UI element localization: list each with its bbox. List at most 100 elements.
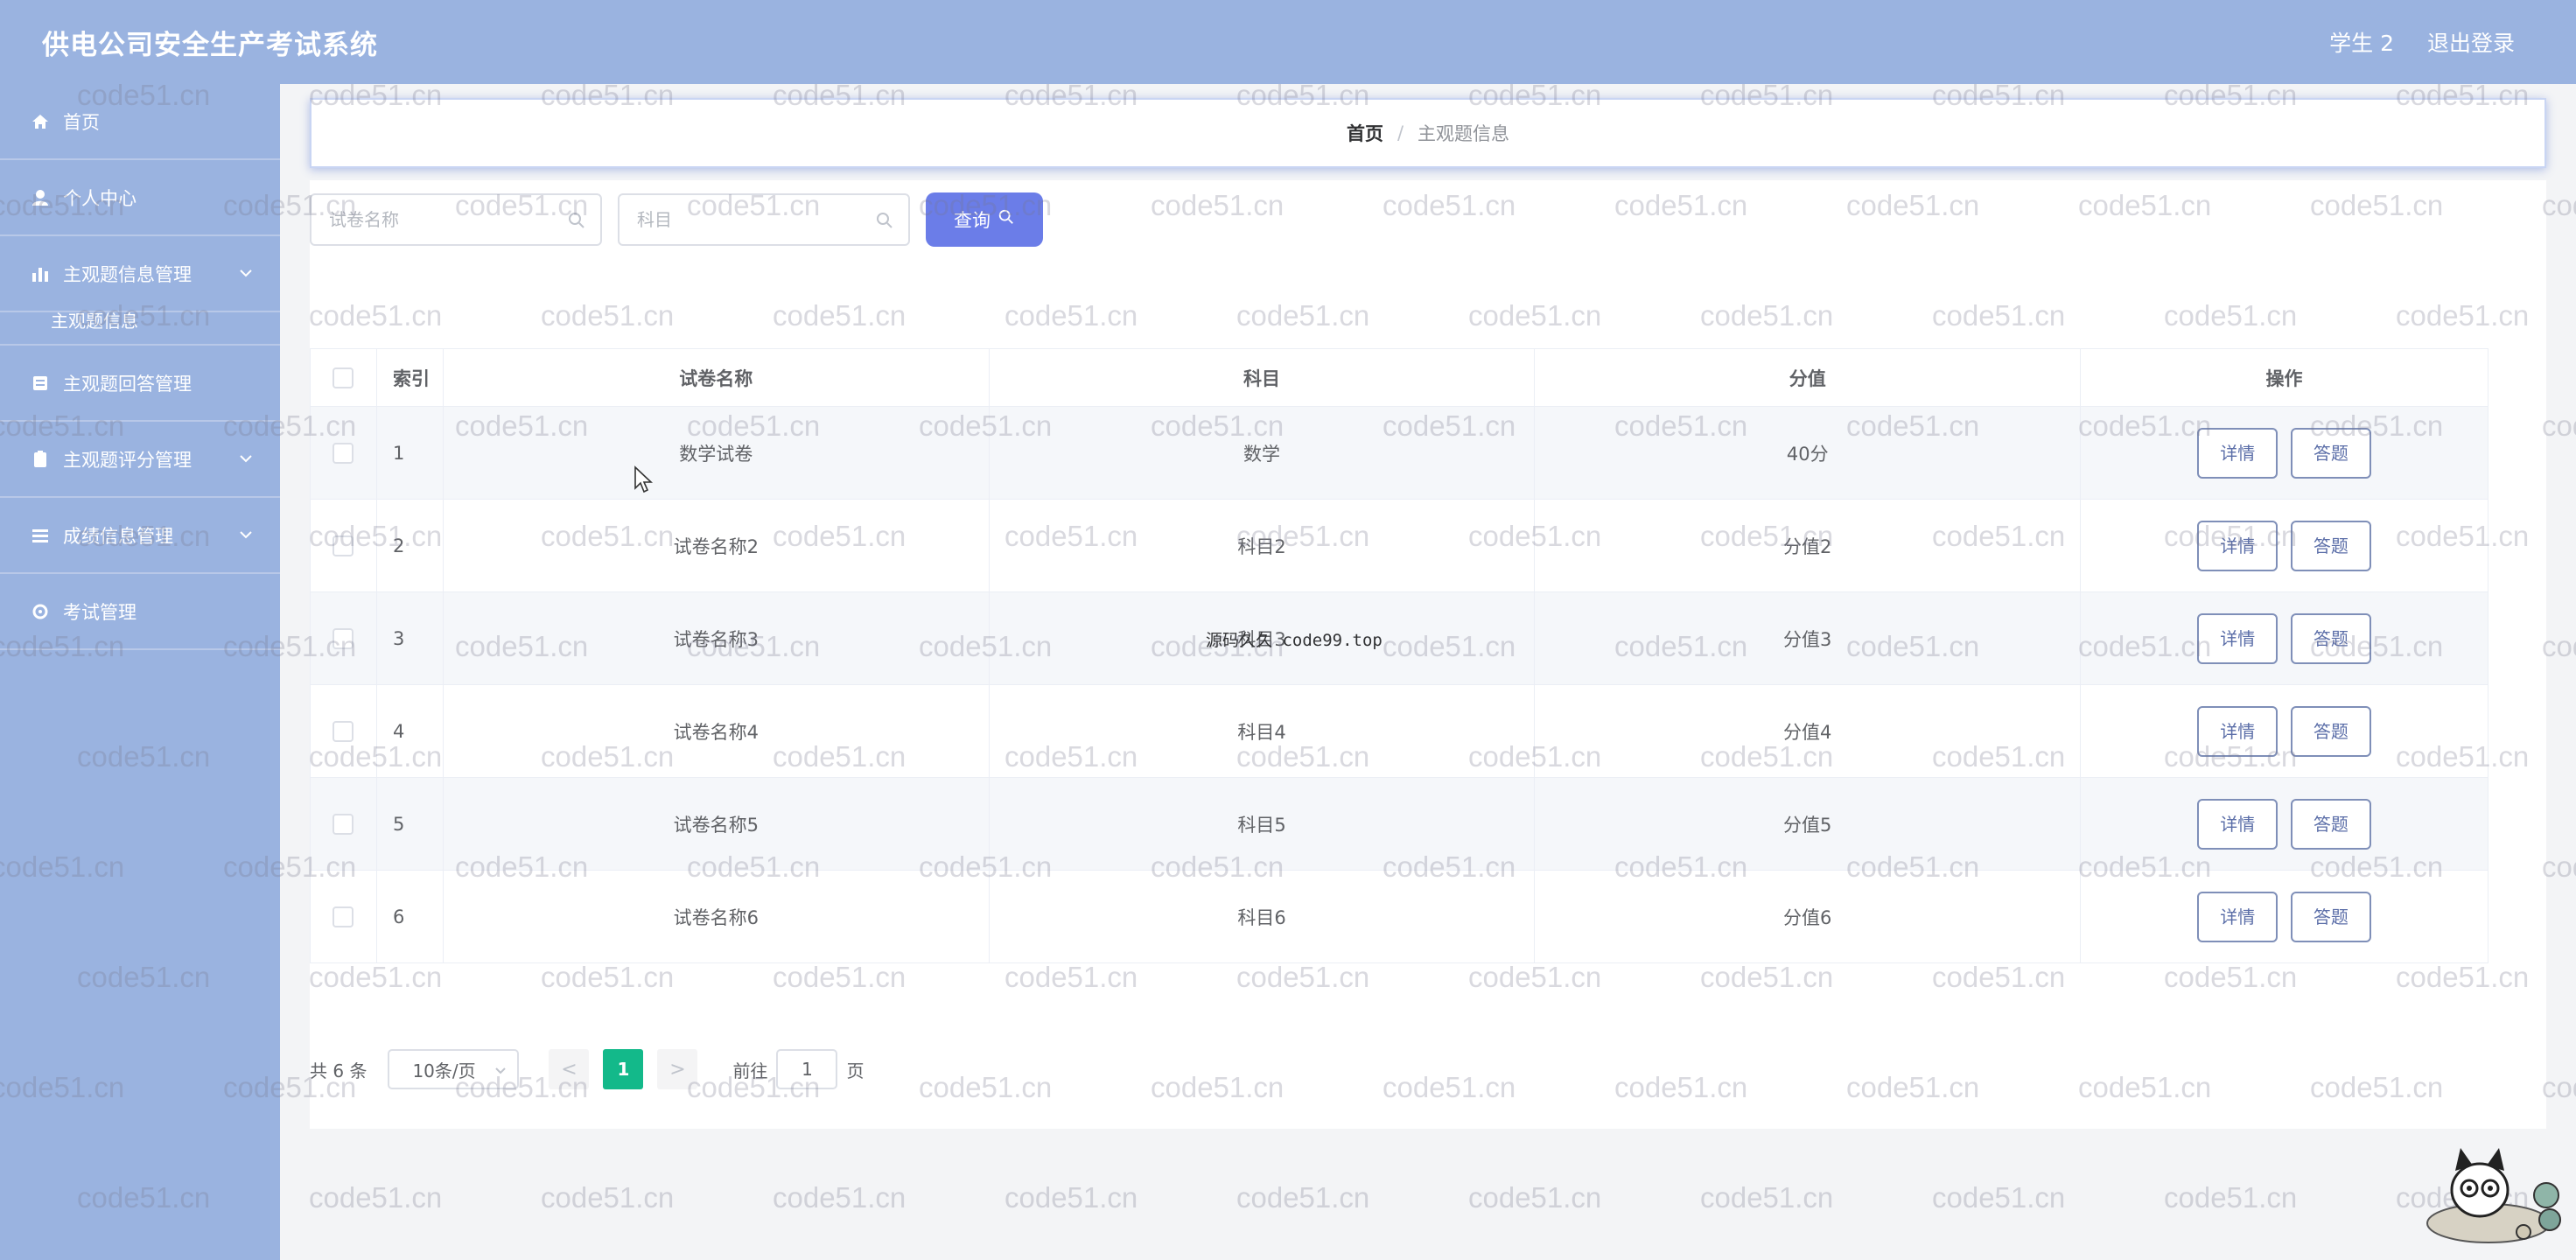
row-checkbox-cell: [310, 406, 377, 500]
row-name: 试卷名称6: [442, 870, 990, 963]
answer-button[interactable]: 答题: [2290, 612, 2371, 664]
breadcrumb-separator: /: [1396, 122, 1404, 144]
row-score: 分值5: [1534, 777, 2082, 871]
mouse-cursor: [634, 466, 654, 495]
query-button-label: 查询: [954, 211, 990, 231]
breadcrumb-home[interactable]: 首页: [1347, 120, 1383, 146]
paper-name-search-box: [310, 193, 602, 246]
search-icon: [998, 208, 1015, 231]
sidebar: 首页 个人中心 主观题信息管理 主观题信息 主观题回答管理 主观题评分管理 成绩…: [0, 84, 280, 1260]
sidebar-item-label: 个人中心: [63, 187, 136, 209]
page-suffix: 页: [846, 1060, 864, 1082]
next-page-button[interactable]: >: [657, 1049, 698, 1089]
detail-button[interactable]: 详情: [2197, 612, 2278, 664]
breadcrumb-current: 主观题信息: [1418, 123, 1510, 144]
sidebar-item-answer-manage[interactable]: 主观题回答管理: [0, 346, 280, 422]
row-checkbox[interactable]: [332, 443, 354, 464]
row-checkbox-cell: [310, 499, 377, 592]
row-actions: 详情 答题: [2080, 777, 2488, 871]
row-index: 6: [375, 870, 444, 963]
detail-button[interactable]: 详情: [2197, 705, 2278, 757]
row-actions: 详情 答题: [2080, 406, 2488, 500]
answer-button[interactable]: 答题: [2290, 520, 2371, 571]
overlay-watermark-text: 源码久久 code99.top: [1206, 631, 1382, 650]
sidebar-item-profile[interactable]: 个人中心: [0, 160, 280, 236]
subjective-question-table: 索引 试卷名称 科目 分值 操作 1 数学试卷 数学 40分 详情 答题 2 试…: [310, 348, 2488, 963]
detail-button[interactable]: 详情: [2197, 798, 2278, 850]
column-header-score: 分值: [1534, 348, 2082, 407]
row-name: 试卷名称4: [442, 684, 990, 778]
detail-button[interactable]: 详情: [2197, 520, 2278, 571]
row-actions: 详情 答题: [2080, 592, 2488, 685]
sidebar-item-label: 主观题评分管理: [63, 449, 192, 471]
page-size-select[interactable]: 10条/页: [388, 1049, 520, 1089]
query-button[interactable]: 查询: [926, 192, 1043, 247]
answer-button[interactable]: 答题: [2290, 705, 2371, 757]
app-title: 供电公司安全生产考试系统: [42, 29, 378, 61]
row-subject: 科目2: [988, 499, 1536, 592]
row-score: 分值3: [1534, 592, 2082, 685]
table-row: 2 试卷名称2 科目2 分值2 详情 答题: [310, 499, 2488, 592]
row-actions: 详情 答题: [2080, 870, 2488, 963]
column-header-ops: 操作: [2080, 348, 2488, 407]
row-index: 2: [375, 499, 444, 592]
row-score: 分值2: [1534, 499, 2082, 592]
column-header-index: 索引: [375, 348, 444, 407]
sidebar-item-exam-manage[interactable]: 考试管理: [0, 574, 280, 650]
row-checkbox[interactable]: [332, 814, 354, 835]
answer-button[interactable]: 答题: [2290, 427, 2371, 479]
subject-search-box: [618, 193, 910, 246]
sidebar-item-home[interactable]: 首页: [0, 84, 280, 160]
search-icon: [875, 211, 894, 230]
chevron-down-icon: [238, 264, 254, 285]
sidebar-item-label: 主观题信息管理: [63, 263, 192, 285]
pagination: 共 6 条 10条/页 < 1 > 前往 页: [310, 1048, 864, 1090]
answer-button[interactable]: 答题: [2290, 891, 2371, 942]
clipboard-icon: [30, 449, 51, 470]
goto-page-input[interactable]: [776, 1049, 838, 1089]
select-all-cell: [310, 348, 377, 407]
table-row: 4 试卷名称4 科目4 分值4 详情 答题: [310, 684, 2488, 778]
mascot-image: [2418, 1136, 2567, 1250]
row-actions: 详情 答题: [2080, 684, 2488, 778]
sidebar-item-score-manage[interactable]: 主观题评分管理: [0, 422, 280, 498]
row-index: 1: [375, 406, 444, 500]
sidebar-item-subjective-info[interactable]: 主观题信息管理: [0, 236, 280, 312]
answer-button[interactable]: 答题: [2290, 798, 2371, 850]
select-all-checkbox[interactable]: [332, 368, 354, 388]
detail-button[interactable]: 详情: [2197, 891, 2278, 942]
page-size-value: 10条/页: [412, 1060, 476, 1082]
row-index: 4: [375, 684, 444, 778]
sidebar-item-grade-manage[interactable]: 成绩信息管理: [0, 498, 280, 574]
row-checkbox[interactable]: [332, 721, 354, 742]
row-checkbox[interactable]: [332, 628, 354, 649]
row-score: 分值6: [1534, 870, 2082, 963]
paper-name-input[interactable]: [312, 195, 600, 244]
chevron-down-icon: [493, 1061, 508, 1082]
detail-button[interactable]: 详情: [2197, 427, 2278, 479]
row-index: 5: [375, 777, 444, 871]
user-icon: [30, 187, 51, 208]
row-checkbox-cell: [310, 777, 377, 871]
row-subject: 数学: [988, 406, 1536, 500]
row-score: 分值4: [1534, 684, 2082, 778]
row-name: 试卷名称3: [442, 592, 990, 685]
sidebar-item-label: 成绩信息管理: [63, 525, 173, 547]
row-checkbox-cell: [310, 592, 377, 685]
subject-input[interactable]: [620, 195, 908, 244]
table-header-row: 索引 试卷名称 科目 分值 操作: [310, 348, 2488, 407]
page-number-active[interactable]: 1: [603, 1049, 644, 1089]
row-checkbox[interactable]: [332, 536, 354, 556]
top-header: 供电公司安全生产考试系统 学生 2 退出登录: [0, 0, 2576, 84]
settings-icon: [30, 601, 51, 622]
row-subject: 科目6: [988, 870, 1536, 963]
row-subject: 科目4: [988, 684, 1536, 778]
row-checkbox[interactable]: [332, 906, 354, 928]
row-actions: 详情 答题: [2080, 499, 2488, 592]
home-icon: [30, 111, 51, 132]
current-user: 学生 2: [2329, 31, 2394, 56]
prev-page-button[interactable]: <: [549, 1049, 590, 1089]
search-bar: 查询: [310, 192, 1043, 247]
logout-link[interactable]: 退出登录: [2427, 26, 2515, 58]
chevron-down-icon: [238, 526, 254, 547]
